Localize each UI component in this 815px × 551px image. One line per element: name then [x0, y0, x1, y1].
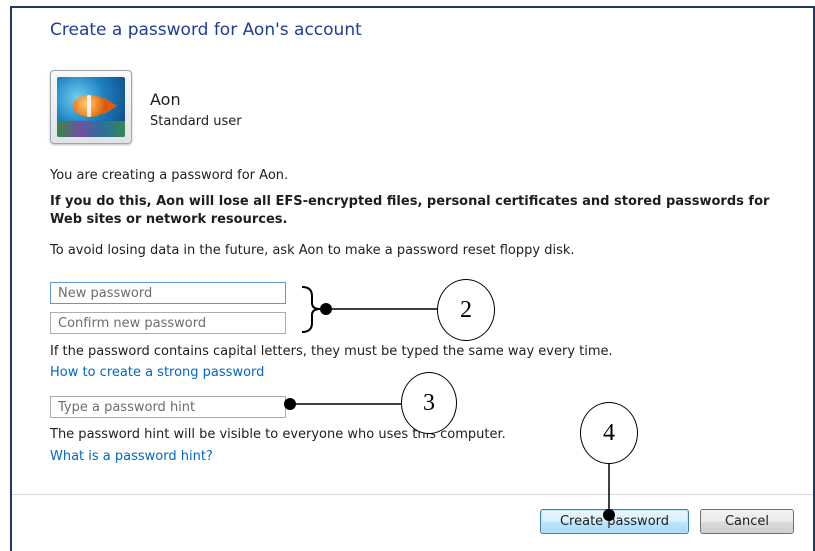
callout-2: 2 [437, 279, 495, 341]
window-frame-top [12, 6, 815, 8]
confirm-password-input[interactable] [50, 312, 286, 334]
fish-picture-icon [57, 77, 125, 137]
strong-password-link[interactable]: How to create a strong password [50, 365, 264, 380]
page-title: Create a password for Aon's account [50, 20, 362, 40]
password-hint-help-link[interactable]: What is a password hint? [50, 449, 213, 464]
user-name: Aon [150, 90, 181, 109]
password-hint-input[interactable] [50, 396, 286, 418]
user-account-type: Standard user [150, 114, 242, 129]
window-frame-left [10, 6, 12, 551]
advice-text: To avoid losing data in the future, ask … [50, 243, 575, 258]
case-sensitivity-note: If the password contains capital letters… [50, 344, 613, 359]
new-password-input[interactable] [50, 282, 286, 304]
cancel-button[interactable]: Cancel [700, 509, 794, 534]
create-password-button[interactable]: Create password [540, 509, 689, 534]
hint-visibility-note: The password hint will be visible to eve… [50, 427, 506, 442]
user-avatar [50, 70, 132, 144]
callout-4: 4 [580, 402, 638, 464]
intro-text: You are creating a password for Aon. [50, 168, 289, 183]
footer-divider [12, 494, 813, 495]
callout-2-dot [320, 303, 332, 315]
callout-3: 3 [401, 372, 457, 434]
field-bracket [301, 286, 321, 333]
warning-text: If you do this, Aon will lose all EFS-en… [50, 194, 770, 227]
